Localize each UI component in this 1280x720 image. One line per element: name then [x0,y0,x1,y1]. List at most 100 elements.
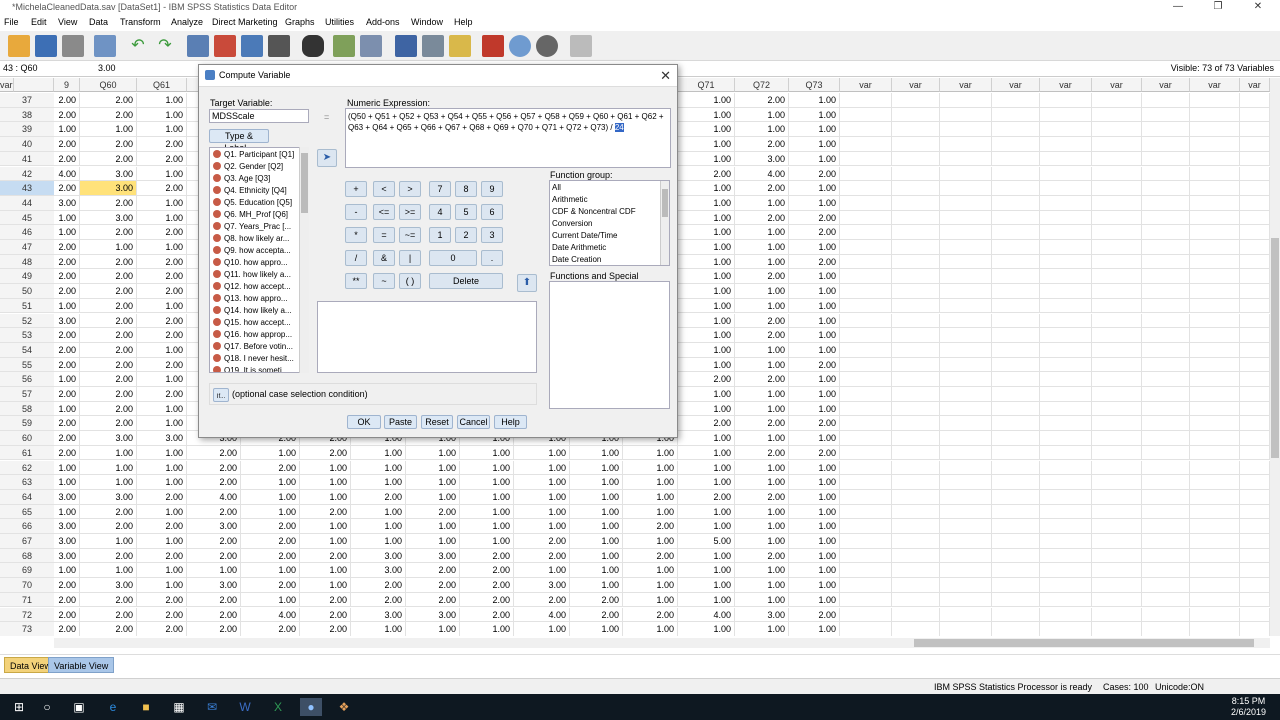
open-folder-icon[interactable] [8,35,30,57]
data-cell[interactable]: 2.00 [678,416,735,432]
column-header-right-0[interactable]: Q71 [678,78,735,92]
empty-cell[interactable] [1240,195,1270,211]
empty-cell[interactable] [1142,93,1190,108]
empty-cell[interactable] [1040,416,1092,432]
functions-special-variables-list[interactable] [549,281,670,409]
empty-cell[interactable] [1092,460,1142,476]
data-cell[interactable]: 1.00 [570,475,623,490]
data-cell[interactable]: 1.00 [54,372,80,387]
row-number[interactable]: 40 [0,137,54,152]
empty-cell[interactable] [940,151,992,167]
data-cell[interactable]: 1.00 [570,460,623,476]
empty-cell[interactable] [1092,578,1142,593]
empty-cell[interactable] [1240,137,1270,152]
data-cell[interactable]: 1.00 [678,93,735,108]
empty-cell[interactable] [1040,107,1092,123]
data-cell[interactable]: 1.00 [735,460,789,476]
data-cell[interactable]: 2.00 [187,534,241,549]
column-header-left-1[interactable]: Q60 [80,78,137,92]
empty-cell[interactable] [940,578,992,593]
data-cell[interactable]: 1.00 [351,445,406,461]
data-cell[interactable]: 1.00 [789,431,840,446]
data-cell[interactable]: 1.00 [678,210,735,226]
data-cell[interactable]: 1.00 [789,328,840,343]
empty-cell[interactable] [1190,122,1240,138]
empty-cell[interactable] [892,489,940,505]
select-cases-icon[interactable] [449,35,471,57]
data-cell[interactable]: 3.00 [735,151,789,167]
empty-cell[interactable] [892,534,940,549]
empty-cell[interactable] [840,328,892,343]
data-cell[interactable]: 1.00 [406,622,460,636]
data-cell[interactable]: 1.00 [300,563,351,579]
keypad-one-button[interactable]: 1 [429,227,451,243]
data-cell[interactable]: 3.00 [54,195,80,211]
empty-cell[interactable] [1142,592,1190,608]
row-number[interactable]: 65 [0,504,54,520]
empty-cell[interactable] [940,269,992,285]
data-cell[interactable]: 2.00 [735,210,789,226]
data-cell[interactable]: 2.00 [54,357,80,373]
empty-cell[interactable] [1092,401,1142,417]
empty-cell[interactable] [1092,137,1142,152]
reset-button[interactable]: Reset [421,415,453,429]
variable-list-item[interactable]: Q13. how appro... [213,294,288,303]
data-cell[interactable]: 3.00 [54,534,80,549]
data-cell[interactable]: 1.00 [80,534,137,549]
data-cell[interactable]: 2.00 [80,357,137,373]
data-cell[interactable]: 1.00 [460,460,514,476]
data-cell[interactable]: 1.00 [406,475,460,490]
empty-cell[interactable] [840,372,892,387]
empty-cell[interactable] [1040,387,1092,402]
empty-cell[interactable] [1240,210,1270,226]
variable-list-item[interactable]: Q17. Before votin... [213,342,293,351]
data-cell[interactable]: 1.00 [678,137,735,152]
empty-cell[interactable] [992,387,1040,402]
keypad-or-button[interactable]: | [399,250,421,266]
empty-cell[interactable] [1092,372,1142,387]
empty-cell[interactable] [1190,401,1240,417]
empty-cell[interactable] [1240,431,1270,446]
empty-cell[interactable] [1092,93,1142,108]
empty-cell[interactable] [1142,416,1190,432]
data-cell[interactable]: 1.00 [300,578,351,593]
windows-start-icon[interactable]: ⊞ [10,698,28,716]
variable-list-item[interactable]: Q9. how accepta... [213,246,291,255]
find-icon[interactable] [302,35,324,57]
data-cell[interactable]: 2.00 [54,181,80,196]
empty-cell[interactable] [1040,298,1092,314]
empty-cell[interactable] [1040,137,1092,152]
data-cell[interactable]: 2.00 [300,622,351,636]
empty-cell[interactable] [992,475,1040,490]
vertical-scrollbar[interactable] [1270,78,1280,636]
data-cell[interactable]: 2.00 [80,284,137,299]
row-number[interactable]: 70 [0,578,54,593]
cancel-button[interactable]: Cancel [457,415,490,429]
empty-cell[interactable] [1190,475,1240,490]
data-cell[interactable]: 1.00 [735,107,789,123]
data-cell[interactable]: 2.00 [80,107,137,123]
data-cell[interactable]: 1.00 [570,445,623,461]
data-cell[interactable]: 3.00 [54,489,80,505]
data-cell[interactable]: 3.00 [187,519,241,534]
empty-cell[interactable] [1142,240,1190,255]
data-cell[interactable]: 1.00 [460,445,514,461]
data-cell[interactable]: 1.00 [300,489,351,505]
data-cell[interactable]: 1.00 [514,475,570,490]
data-cell[interactable]: 1.00 [406,519,460,534]
data-cell[interactable]: 1.00 [137,298,187,314]
empty-cell[interactable] [892,475,940,490]
data-cell[interactable]: 1.00 [789,387,840,402]
data-cell[interactable]: 1.00 [514,445,570,461]
row-number[interactable]: 38 [0,107,54,123]
function-group-scrollbar[interactable] [660,181,669,265]
data-cell[interactable]: 2.00 [241,534,300,549]
empty-cell[interactable] [1190,504,1240,520]
empty-cell[interactable] [1142,122,1190,138]
row-number[interactable]: 64 [0,489,54,505]
data-cell[interactable]: 1.00 [137,195,187,211]
column-header-right-1[interactable]: Q72 [735,78,789,92]
empty-cell[interactable] [992,122,1040,138]
empty-cell[interactable] [1092,107,1142,123]
data-cell[interactable]: 1.00 [735,431,789,446]
